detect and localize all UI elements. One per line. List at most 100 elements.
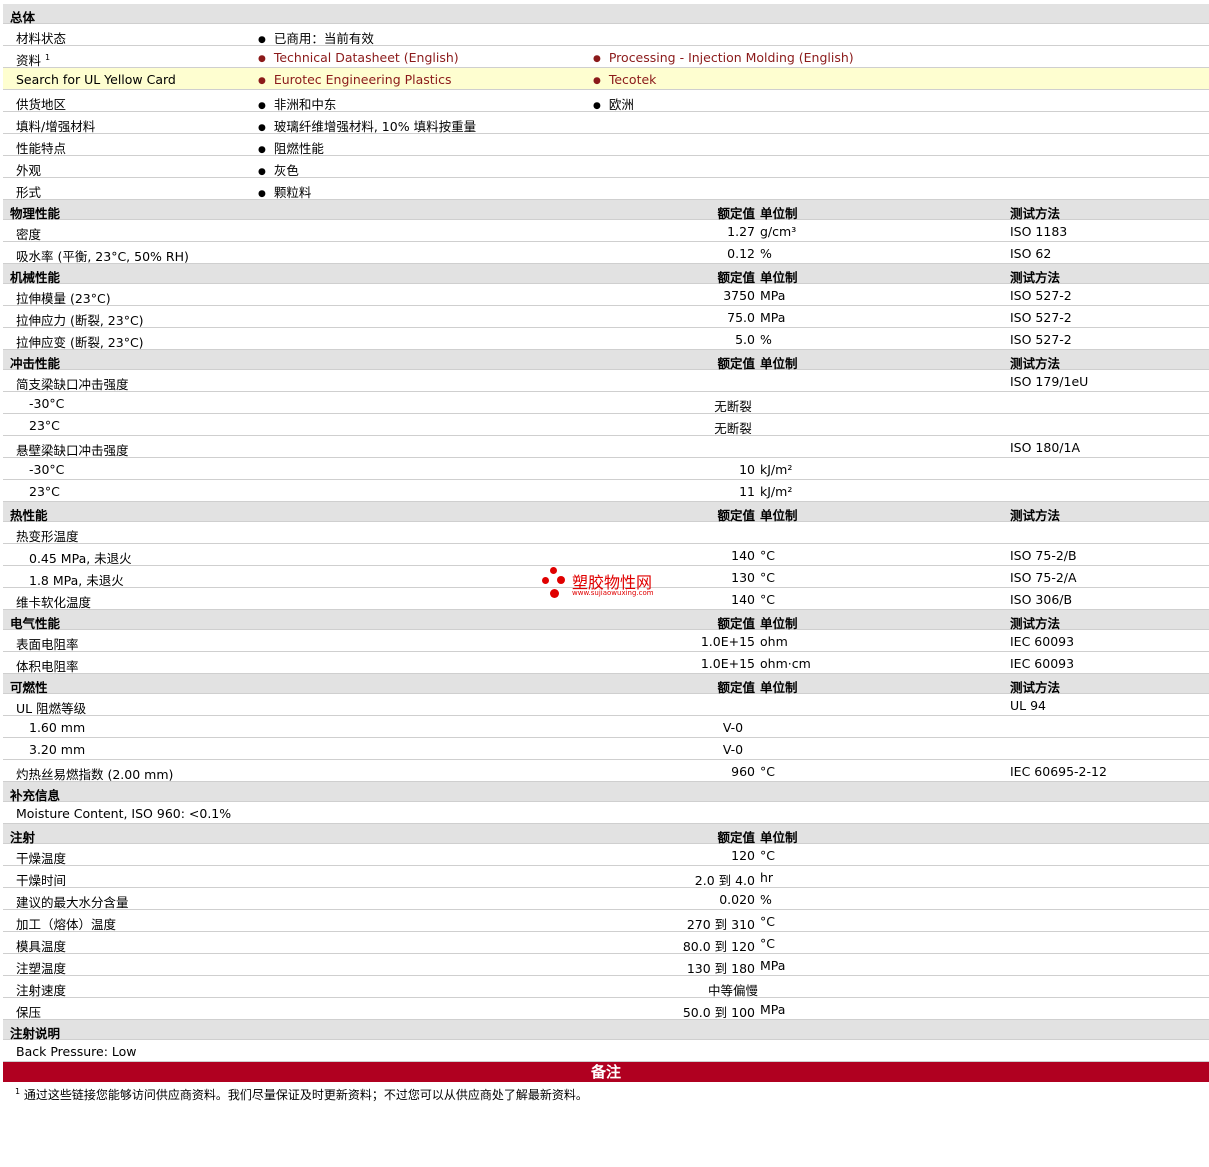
row-label: 填料/增强材料 bbox=[16, 119, 96, 134]
features-value: 阻燃性能 bbox=[258, 138, 324, 157]
property-label: 注塑温度 bbox=[16, 961, 67, 976]
injection-notes-row: Back Pressure: Low bbox=[3, 1040, 1209, 1062]
property-method: ISO 527-2 bbox=[1010, 332, 1072, 347]
property-method: IEC 60093 bbox=[1010, 656, 1075, 671]
property-value: 50.0 到 100 bbox=[682, 1005, 755, 1020]
property-method: ISO 527-2 bbox=[1010, 310, 1072, 325]
row-ul-yellow-card: Search for UL Yellow Card Eurotec Engine… bbox=[3, 68, 1209, 90]
property-label: 灼热丝易燃指数 (2.00 mm) bbox=[16, 767, 174, 782]
property-row: 灼热丝易燃指数 (2.00 mm) 960 °C IEC 60695-2-12 bbox=[3, 760, 1209, 782]
logo-dot-icon bbox=[550, 589, 559, 598]
property-label: 模具温度 bbox=[16, 939, 67, 954]
property-label: 保压 bbox=[16, 1005, 42, 1020]
row-label: 资料 1 bbox=[16, 52, 51, 68]
property-row: 干燥时间 2.0 到 4.0 hr bbox=[3, 866, 1209, 888]
additional-row: Moisture Content, ISO 960: <0.1% bbox=[3, 802, 1209, 824]
property-value: 3750 bbox=[723, 288, 755, 303]
property-label: 1.8 MPa, 未退火 bbox=[29, 573, 124, 588]
property-label: 拉伸应变 (断裂, 23°C) bbox=[16, 335, 144, 350]
property-value: 10 bbox=[739, 462, 755, 477]
row-label: 材料状态 bbox=[16, 31, 67, 46]
watermark-logo: 塑胶物性网 www.sujiaowuxing.com bbox=[542, 567, 682, 603]
eurotec-link[interactable]: Eurotec Engineering Plastics bbox=[258, 72, 452, 87]
property-unit: °C bbox=[760, 764, 775, 779]
property-value: 无断裂 bbox=[714, 399, 752, 414]
property-unit: kJ/m² bbox=[760, 484, 793, 499]
footnote-ref: 1 bbox=[45, 52, 51, 62]
property-unit: ohm·cm bbox=[760, 656, 811, 671]
property-unit: kJ/m² bbox=[760, 462, 793, 477]
property-row: 拉伸模量 (23°C) 3750 MPa ISO 527-2 bbox=[3, 284, 1209, 306]
property-value: 无断裂 bbox=[714, 421, 752, 436]
property-value: 130 bbox=[731, 570, 755, 585]
property-value: 1.0E+15 bbox=[700, 634, 755, 649]
property-label: -30°C bbox=[29, 462, 65, 477]
property-unit: °C bbox=[760, 848, 775, 863]
property-value: 130 到 180 bbox=[686, 961, 755, 976]
section-injection: 注射 额定值 单位制 bbox=[3, 824, 1209, 845]
property-value: 1.0E+15 bbox=[700, 656, 755, 671]
property-row: 密度 1.27 g/cm³ ISO 1183 bbox=[3, 220, 1209, 242]
property-unit: °C bbox=[760, 592, 775, 607]
property-method: IEC 60093 bbox=[1010, 634, 1075, 649]
property-value: 80.0 到 120 bbox=[682, 939, 755, 954]
material-status-value: 已商用：当前有效 bbox=[258, 28, 374, 47]
property-unit: % bbox=[760, 892, 772, 907]
property-unit: °C bbox=[760, 914, 775, 929]
property-row: 体积电阻率 1.0E+15 ohm·cm IEC 60093 bbox=[3, 652, 1209, 674]
section-physical: 物理性能 额定值 单位制 测试方法 bbox=[3, 200, 1209, 221]
property-unit: g/cm³ bbox=[760, 224, 797, 239]
property-label: UL 阻燃等级 bbox=[16, 701, 87, 716]
technical-datasheet-link[interactable]: Technical Datasheet (English) bbox=[258, 50, 459, 65]
property-subrow: 0.45 MPa, 未退火 140 °C ISO 75-2/B bbox=[3, 544, 1209, 566]
property-row: 简支梁缺口冲击强度 ISO 179/1eU bbox=[3, 370, 1209, 392]
injection-notes-text: Back Pressure: Low bbox=[16, 1044, 137, 1059]
appearance-value: 灰色 bbox=[258, 160, 299, 179]
form-value: 颗粒料 bbox=[258, 182, 312, 201]
row-form: 形式 颗粒料 bbox=[3, 178, 1209, 200]
tecotek-link[interactable]: Tecotek bbox=[593, 72, 657, 87]
property-label: 热变形温度 bbox=[16, 529, 79, 544]
property-value: 270 到 310 bbox=[686, 917, 755, 932]
property-row: 吸水率 (平衡, 23°C, 50% RH) 0.12 % ISO 62 bbox=[3, 242, 1209, 264]
property-value: 1.27 bbox=[727, 224, 755, 239]
property-unit: MPa bbox=[760, 288, 786, 303]
property-value: 中等偏慢 bbox=[707, 983, 758, 998]
region-value: 欧洲 bbox=[593, 94, 634, 113]
property-unit: ohm bbox=[760, 634, 788, 649]
section-thermal: 热性能 额定值 单位制 测试方法 bbox=[3, 502, 1209, 523]
property-method: ISO 75-2/B bbox=[1010, 548, 1077, 563]
property-value: 140 bbox=[731, 592, 755, 607]
property-label: 23°C bbox=[29, 418, 60, 433]
property-value: V-0 bbox=[722, 742, 744, 757]
footnote: 1 通过这些链接您能够访问供应商资料。我们尽量保证及时更新资料；不过您可以从供应… bbox=[3, 1082, 1209, 1122]
property-label: 建议的最大水分含量 bbox=[16, 895, 129, 910]
property-value: 11 bbox=[739, 484, 755, 499]
filler-value: 玻璃纤维增强材料, 10% 填料按重量 bbox=[258, 116, 476, 135]
property-label: 0.45 MPa, 未退火 bbox=[29, 551, 132, 566]
row-label: Search for UL Yellow Card bbox=[16, 72, 176, 87]
section-flammability: 可燃性 额定值 单位制 测试方法 bbox=[3, 674, 1209, 695]
property-value: V-0 bbox=[722, 720, 744, 735]
property-label: 干燥温度 bbox=[16, 851, 67, 866]
logo-dot-icon bbox=[550, 567, 557, 574]
row-region: 供货地区 非洲和中东 欧洲 bbox=[3, 90, 1209, 112]
property-label: 拉伸模量 (23°C) bbox=[16, 291, 111, 306]
property-label: 干燥时间 bbox=[16, 873, 67, 888]
property-unit: °C bbox=[760, 548, 775, 563]
processing-injection-molding-link[interactable]: Processing - Injection Molding (English) bbox=[593, 50, 854, 65]
property-method: IEC 60695-2-12 bbox=[1010, 764, 1107, 779]
property-method: ISO 306/B bbox=[1010, 592, 1073, 607]
property-value: 960 bbox=[731, 764, 755, 779]
property-unit: °C bbox=[760, 936, 775, 951]
property-label: 加工（熔体）温度 bbox=[16, 917, 117, 932]
property-row: 干燥温度 120 °C bbox=[3, 844, 1209, 866]
property-label: 表面电阻率 bbox=[16, 637, 79, 652]
property-value: 5.0 bbox=[735, 332, 755, 347]
property-unit: % bbox=[760, 246, 772, 261]
property-row: UL 阻燃等级 UL 94 bbox=[3, 694, 1209, 716]
property-row: 注塑温度 130 到 180 MPa bbox=[3, 954, 1209, 976]
property-row: 保压 50.0 到 100 MPa bbox=[3, 998, 1209, 1020]
property-subrow: 3.20 mm V-0 bbox=[3, 738, 1209, 760]
property-method: ISO 180/1A bbox=[1010, 440, 1081, 455]
